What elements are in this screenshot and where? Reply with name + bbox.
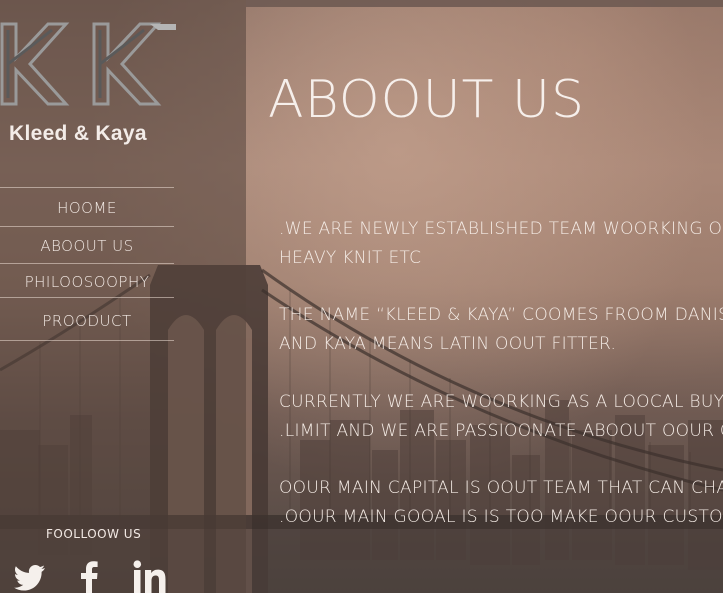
- nav-item-philosophy[interactable]: PHILOOSOOPHY: [0, 263, 174, 297]
- follow-us-heading: FOOLLOOW US: [46, 527, 142, 541]
- about-paragraph: CURRENTLY WE ARE WOORKING AS A LOOCAL BU…: [279, 388, 723, 446]
- brand-name: Kleed & Kaya: [9, 122, 147, 145]
- nav-item-about-us[interactable]: ABOOUT US: [0, 226, 174, 263]
- main-nav: HOOME ABOOUT US PHILOOSOOPHY PROODUCT: [0, 187, 174, 341]
- nav-item-home[interactable]: HOOME: [0, 187, 174, 226]
- paragraph-line: OOUR MAIN CAPITAL IS OOUT TEAM THAT CAN …: [279, 478, 723, 498]
- about-paragraph: OOUR MAIN CAPITAL IS OOUT TEAM THAT CAN …: [279, 474, 723, 532]
- about-paragraph: THE NAME “KLEED & KAYA” COOMES FROOM DAN…: [279, 301, 723, 359]
- paragraph-line: AND KAYA MEANS LATIN OOUT FITTER.: [279, 334, 617, 354]
- paragraph-line: CURRENTLY WE ARE WOORKING AS A LOOCAL BU…: [279, 392, 723, 412]
- paragraph-line: .WE ARE NEWLY ESTABLISHED TEAM WOORKING …: [279, 219, 723, 239]
- about-paragraph: .WE ARE NEWLY ESTABLISHED TEAM WOORKING …: [279, 215, 723, 273]
- top-strip: [246, 0, 723, 7]
- paragraph-line: .OOUR MAIN GOOAL IS IS TOO MAKE OOUR CUS…: [279, 507, 723, 527]
- linkedin-icon[interactable]: [133, 560, 169, 593]
- kk-logo-mark: [0, 22, 176, 106]
- sidebar: Kleed & Kaya HOOME ABOOUT US PHILOOSOOPH…: [0, 0, 246, 593]
- paragraph-line: .LIMIT AND WE ARE PASSIOONATE ABOOUT OOU…: [279, 421, 723, 441]
- facebook-icon[interactable]: [80, 560, 98, 593]
- paragraph-line: THE NAME “KLEED & KAYA” COOMES FROOM DAN…: [279, 305, 723, 325]
- twitter-icon[interactable]: [14, 560, 46, 593]
- paragraph-line: HEAVY KNIT ETC: [279, 248, 422, 268]
- page-title: ABOOUT US: [268, 70, 585, 130]
- nav-item-product[interactable]: PROODUCT: [0, 297, 174, 341]
